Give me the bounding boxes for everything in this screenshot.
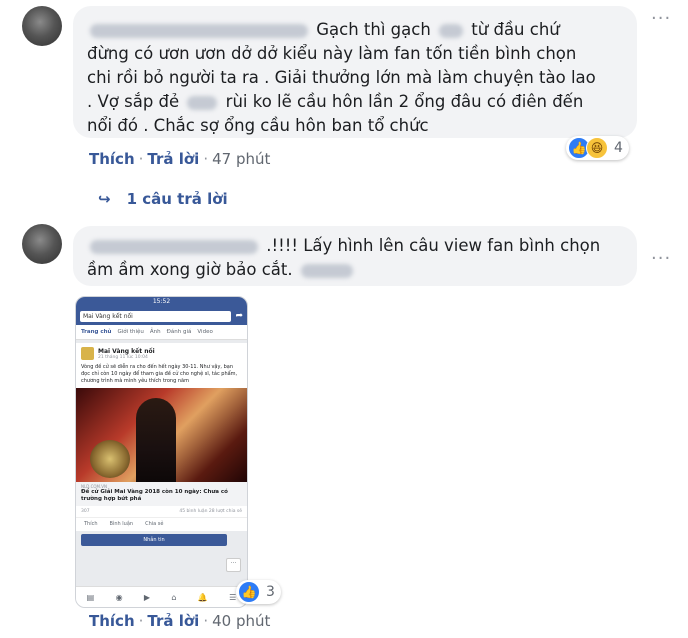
redacted-text xyxy=(187,95,218,110)
like-link[interactable]: Thích xyxy=(89,612,135,630)
more-dots-icon[interactable]: ··· xyxy=(651,8,671,29)
post-actions: Thích Bình luận Chia sẻ xyxy=(76,518,247,531)
reaction-count: 4 xyxy=(614,140,623,156)
post-card: Mai Vàng kết nối 21 tháng 11 lúc 10:04 V… xyxy=(76,343,247,531)
post-body: Vòng đề cử sẽ diễn ra cho đến hết ngày 3… xyxy=(81,364,238,384)
reply-link[interactable]: Trả lời xyxy=(147,150,199,168)
link-title: Đề cử Giải Mai Vàng 2018 còn 10 ngày: Ch… xyxy=(81,489,228,502)
redacted-text xyxy=(439,23,464,38)
avatar[interactable] xyxy=(22,6,62,46)
more-dots-icon[interactable]: ··· xyxy=(651,248,671,269)
post-date: 21 tháng 11 lúc 10:04 xyxy=(98,354,148,360)
tab-home: Trang chủ xyxy=(81,329,112,335)
share-icon: ➦ xyxy=(235,311,243,321)
watch-icon: ▶ xyxy=(143,592,151,602)
thumbs-up-icon: 👍 xyxy=(238,581,260,603)
tab-photos: Ảnh xyxy=(149,329,161,335)
flowers-shape xyxy=(90,440,130,478)
comment-line: đừng có ươn ươn dở dở kiểu này làm fan t… xyxy=(87,44,577,63)
reaction-summary[interactable]: 👍 😆 4 xyxy=(566,136,629,160)
author-name-blurred[interactable] xyxy=(90,23,308,38)
attached-screenshot[interactable]: 15:52 Mai Vàng kết nối ➦ Trang chủ Giới … xyxy=(75,296,248,608)
search-bar: Mai Vàng kết nối ➦ xyxy=(76,307,247,325)
comment-bubble: Gạch thì gạch từ đầu chứ đừng có ươn ươn… xyxy=(73,6,637,138)
reply-link[interactable]: Trả lời xyxy=(147,612,199,630)
comment-line: ầm ầm xong giờ bảo cắt. xyxy=(87,258,632,282)
performer-shape xyxy=(136,398,176,482)
tab-video: Video xyxy=(197,329,213,335)
comment-line: .!!!! Lấy hình lên câu view fan bình chọ… xyxy=(87,234,632,258)
comment-actions: Thích · Trả lời · 47 phút xyxy=(89,150,271,168)
redacted-text xyxy=(300,263,353,278)
haha-emoji-icon: 😆 xyxy=(586,137,608,159)
more-button: ··· xyxy=(226,558,241,572)
post-image xyxy=(76,388,247,482)
reply-arrow-icon: ↪ xyxy=(98,190,111,208)
page-tabs: Trang chủ Giới thiệu Ảnh Đánh giá Video xyxy=(76,325,247,340)
avatar[interactable] xyxy=(22,224,62,264)
comment-line: nổi đó . Chắc sợ ổng cầu hôn ban tổ chức xyxy=(87,116,429,135)
comment-line: . Vợ sắp đẻ rùi ko lẽ cầu hôn lần 2 ổng … xyxy=(87,92,584,111)
reaction-count: 3 xyxy=(266,584,275,600)
share-count: 28 lượt chia sẻ xyxy=(208,509,242,514)
page-logo xyxy=(81,347,94,360)
like-link[interactable]: Thích xyxy=(89,150,135,168)
message-button: Nhắn tin xyxy=(81,534,227,546)
comment-line: chi rồi bỏ người ta ra . Giải thưởng lớn… xyxy=(87,68,596,87)
tab-about: Giới thiệu xyxy=(117,329,144,335)
replies-link[interactable]: 1 câu trả lời xyxy=(127,190,228,208)
comment-actions: Thích · Trả lời · 40 phút xyxy=(89,612,271,630)
link-preview: NLD.COM.VN Đề cử Giải Mai Vàng 2018 còn … xyxy=(76,482,247,506)
like-action: Thích xyxy=(84,521,98,527)
comment-action: Bình luận xyxy=(109,521,134,527)
author-name-blurred[interactable] xyxy=(90,239,258,254)
groups-icon: ◉ xyxy=(115,592,123,602)
bottom-nav: ▤ ◉ ▶ ⌂ 🔔 ☰ xyxy=(76,586,247,607)
marketplace-icon: ⌂ xyxy=(171,592,177,602)
comment-count: 45 bình luận xyxy=(179,509,208,514)
post-stats: 307 45 bình luận 28 lượt chia sẻ xyxy=(76,506,247,518)
bell-icon: 🔔 xyxy=(197,592,208,602)
reaction-count: 307 xyxy=(81,509,90,514)
comment-bubble: .!!!! Lấy hình lên câu view fan bình chọ… xyxy=(73,226,637,286)
timestamp[interactable]: 40 phút xyxy=(212,612,270,630)
share-action: Chia sẻ xyxy=(145,521,164,527)
page-name: Mai Vàng kết nối xyxy=(98,347,155,355)
comment-line: Gạch thì gạch từ đầu chứ xyxy=(87,18,632,42)
timestamp[interactable]: 47 phút xyxy=(212,150,270,168)
search-input: Mai Vàng kết nối xyxy=(80,310,232,322)
view-replies[interactable]: ↪ 1 câu trả lời xyxy=(98,190,228,208)
tab-reviews: Đánh giá xyxy=(166,329,192,335)
reaction-summary[interactable]: 👍 3 xyxy=(236,580,281,604)
news-feed-icon: ▤ xyxy=(86,592,95,602)
status-bar: 15:52 xyxy=(76,297,247,307)
